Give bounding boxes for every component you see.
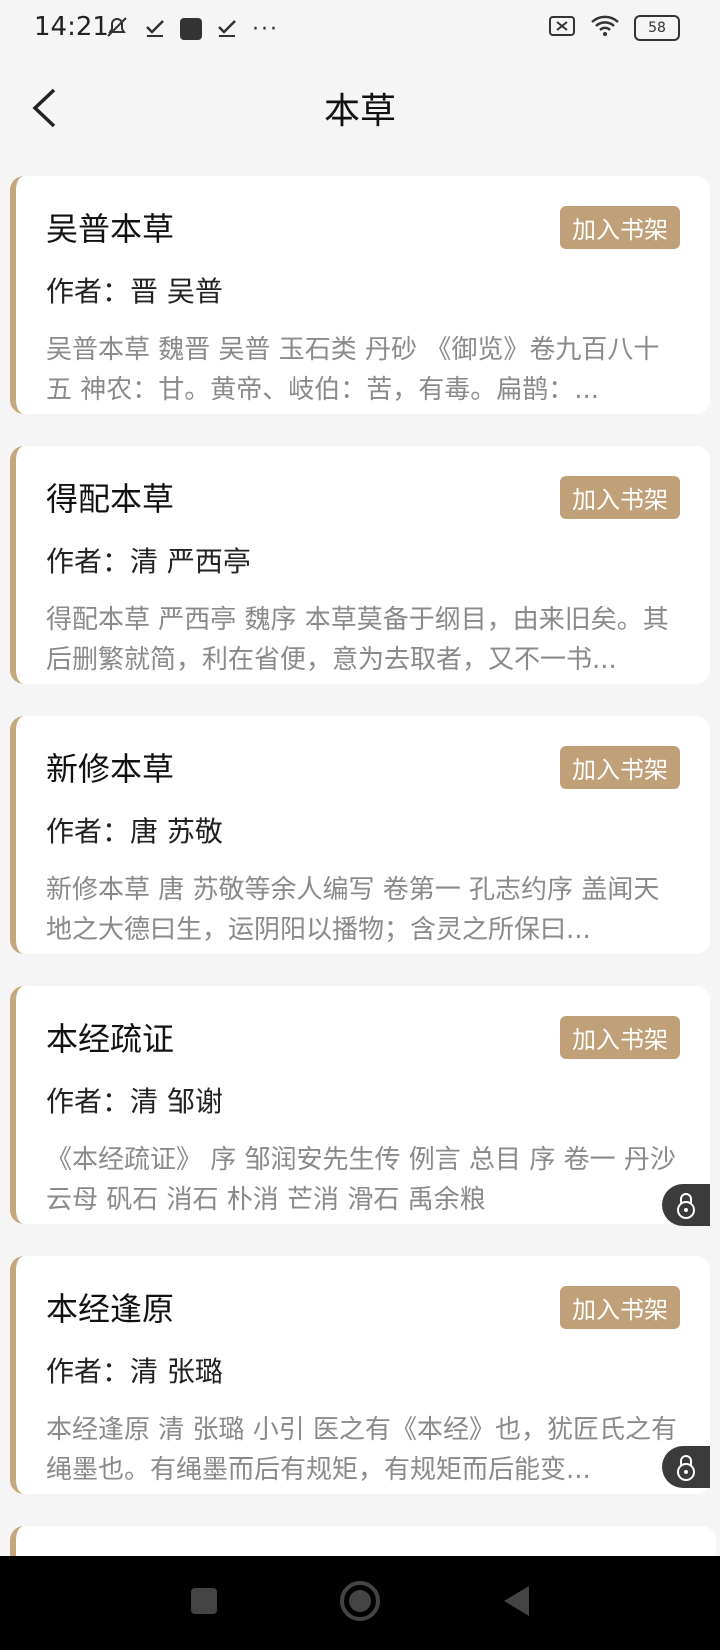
page-title: 本草 [323, 91, 396, 132]
book-author: 作者：唐 苏敬 [46, 815, 223, 848]
book-list: 吴普本草 作者：晋 吴普 吴普本草 魏晋 吴普 玉石类 丹砂 《御览》卷九百八十… [10, 176, 710, 1526]
app-bar: 本草 [0, 56, 720, 156]
lock-button[interactable] [662, 1184, 710, 1226]
book-description: 得配本草 严西亭 魏序 本草莫备于纲目，由来旧矣。其后删繁就简，利在省便，意为去… [46, 605, 669, 675]
add-to-shelf-button[interactable]: 加入书架 [560, 476, 680, 519]
battery-icon: 58 [634, 15, 680, 41]
home-button[interactable] [339, 1580, 381, 1626]
recents-button[interactable] [189, 1586, 219, 1620]
book-author: 作者：清 邹谢 [46, 1085, 223, 1118]
book-author: 作者：清 张璐 [46, 1355, 223, 1388]
system-nav-bar [0, 1556, 720, 1650]
lock-button[interactable] [662, 1446, 710, 1488]
add-to-shelf-button[interactable]: 加入书架 [560, 1016, 680, 1059]
add-to-shelf-button[interactable]: 加入书架 [560, 746, 680, 789]
book-card[interactable]: 新修本草 作者：唐 苏敬 新修本草 唐 苏敬等余人编写 卷第一 孔志约序 盖闻天… [10, 716, 710, 954]
add-to-shelf-button[interactable]: 加入书架 [560, 206, 680, 249]
book-card[interactable]: 吴普本草 作者：晋 吴普 吴普本草 魏晋 吴普 玉石类 丹砂 《御览》卷九百八十… [10, 176, 710, 414]
book-description: 吴普本草 魏晋 吴普 玉石类 丹砂 《御览》卷九百八十五 神农：甘。黄帝、岐伯：… [46, 335, 660, 405]
mute-icon [104, 14, 130, 44]
wifi-icon [590, 14, 620, 42]
check-icon [144, 16, 166, 42]
square-icon [191, 1588, 217, 1614]
lock-icon [677, 1193, 695, 1219]
book-description: 新修本草 唐 苏敬等余人编写 卷第一 孔志约序 盖闻天地之大德曰生，运阴阳以播物… [46, 875, 660, 945]
book-author: 作者：清 严西亭 [46, 545, 251, 578]
book-card[interactable]: 得配本草 作者：清 严西亭 得配本草 严西亭 魏序 本草莫备于纲目，由来旧矣。其… [10, 446, 710, 684]
book-card[interactable]: 本经逢原 作者：清 张璐 本经逢原 清 张璐 小引 医之有《本经》也，犹匠氏之有… [10, 1256, 710, 1494]
add-to-shelf-button[interactable]: 加入书架 [560, 1286, 680, 1329]
book-author: 作者：晋 吴普 [46, 275, 223, 308]
book-card[interactable]: 本经疏证 作者：清 邹谢 《本经疏证》 序 邹润安先生传 例言 总目 序 卷一 … [10, 986, 710, 1226]
app-square-icon [180, 18, 202, 40]
triangle-back-icon [504, 1586, 529, 1616]
sim-off-icon [548, 14, 576, 42]
check-icon [216, 16, 238, 42]
home-circle-icon [340, 1581, 380, 1621]
back-nav-button[interactable] [501, 1584, 531, 1622]
lock-icon [677, 1455, 695, 1481]
status-bar: 14:21 ··· 58 [0, 0, 720, 56]
book-description: 本经逢原 清 张璐 小引 医之有《本经》也，犹匠氏之有绳墨也。有绳墨而后有规矩，… [46, 1415, 678, 1485]
status-time: 14:21 [34, 12, 109, 42]
more-notifications-icon: ··· [252, 16, 279, 42]
book-description: 《本经疏证》 序 邹润安先生传 例言 总目 序 卷一 丹沙 云母 矾石 消石 朴… [46, 1145, 676, 1215]
